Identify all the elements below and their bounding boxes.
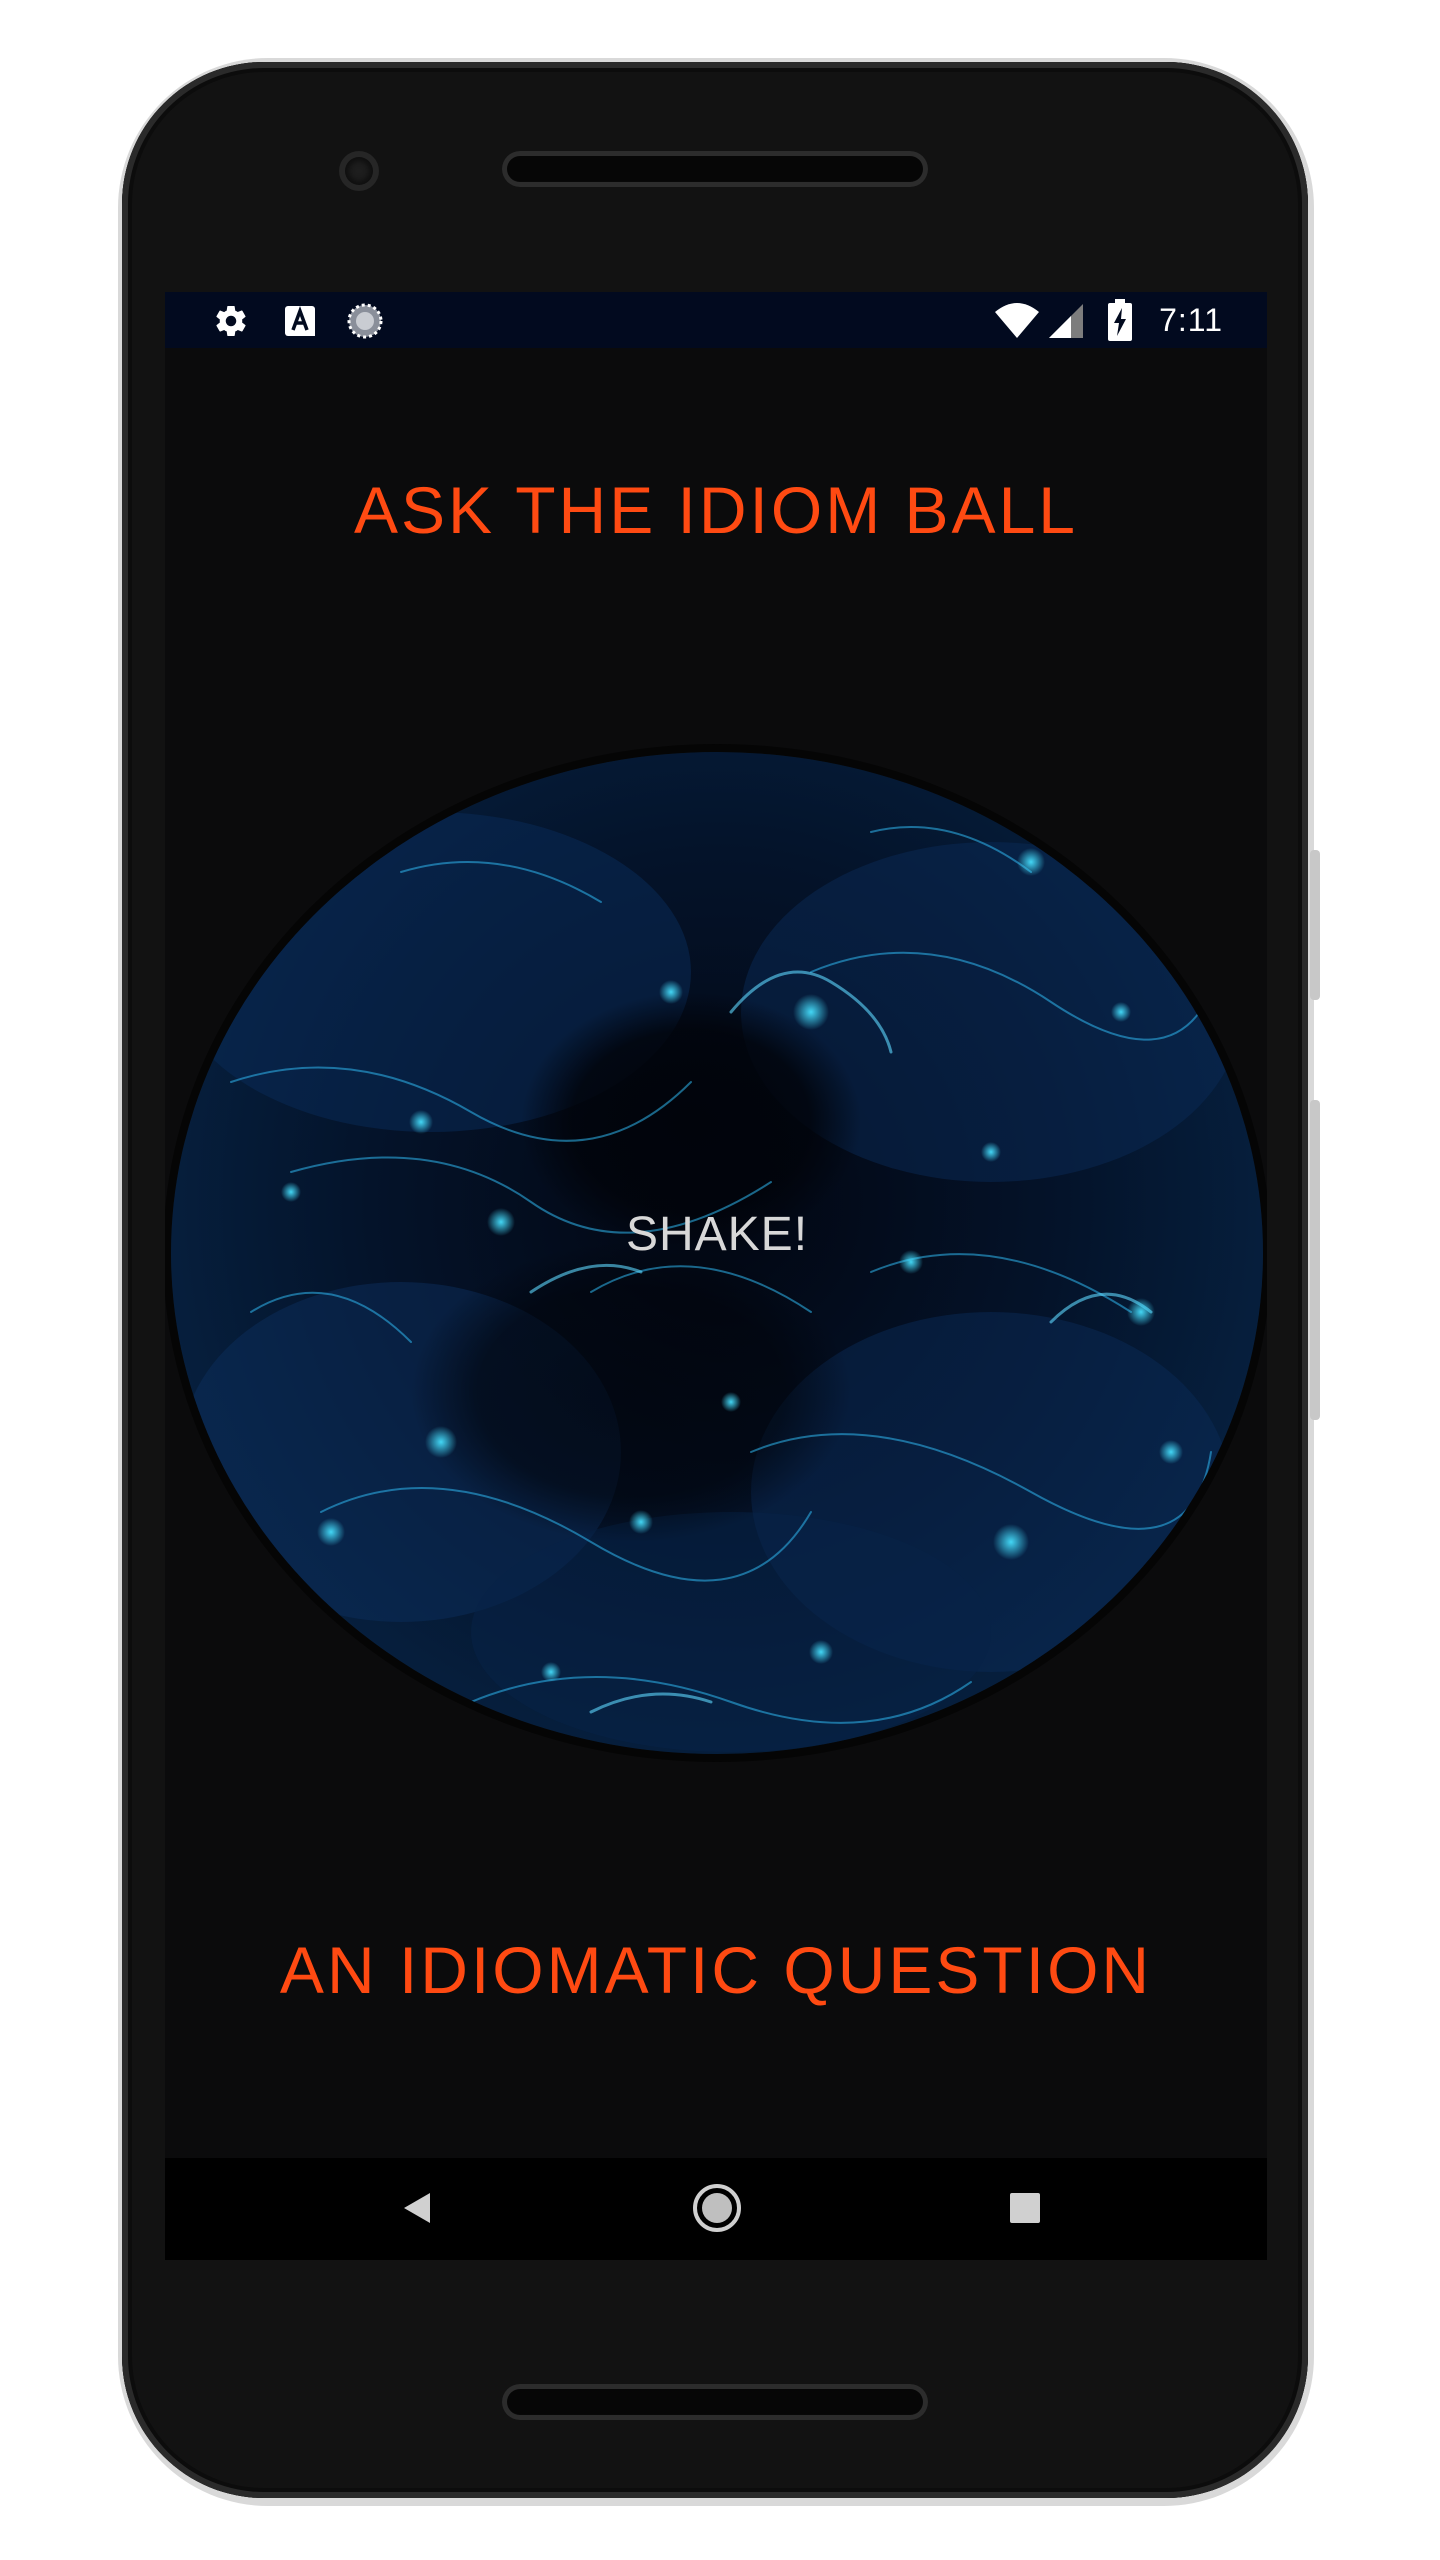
navigation-bar bbox=[165, 2158, 1267, 2260]
front-camera bbox=[339, 151, 379, 191]
recents-button[interactable] bbox=[995, 2180, 1055, 2240]
back-button[interactable] bbox=[387, 2180, 447, 2240]
idiom-ball[interactable]: SHAKE! bbox=[171, 752, 1263, 1754]
cell-signal-icon bbox=[1047, 302, 1085, 344]
settings-icon bbox=[213, 303, 249, 343]
screen: 7:11 ASK THE IDIOM BALL SHAKE! AN IDIOMA… bbox=[165, 292, 1267, 2260]
question-text: AN IDIOMATIC QUESTION bbox=[279, 1933, 1153, 2007]
ball-surface: SHAKE! bbox=[171, 752, 1263, 1754]
home-button[interactable] bbox=[687, 2180, 747, 2240]
wifi-icon bbox=[993, 300, 1041, 344]
top-speaker bbox=[502, 151, 928, 187]
back-triangle-icon bbox=[400, 2191, 434, 2229]
device-frame: 7:11 ASK THE IDIOM BALL SHAKE! AN IDIOMA… bbox=[0, 0, 1440, 2560]
volume-button bbox=[1310, 1100, 1320, 1420]
page-title: ASK THE IDIOM BALL bbox=[354, 473, 1078, 547]
recents-square-icon bbox=[1008, 2191, 1042, 2229]
status-bar: 7:11 bbox=[165, 292, 1267, 348]
loading-circle-icon bbox=[345, 301, 385, 345]
battery-charging-icon bbox=[1107, 298, 1133, 346]
ball-label: SHAKE! bbox=[625, 1208, 809, 1261]
keyboard-a-icon bbox=[283, 304, 317, 342]
bottom-speaker bbox=[502, 2384, 928, 2420]
home-circle-icon bbox=[691, 2182, 743, 2238]
power-button bbox=[1310, 850, 1320, 1000]
status-time: 7:11 bbox=[1159, 302, 1223, 338]
